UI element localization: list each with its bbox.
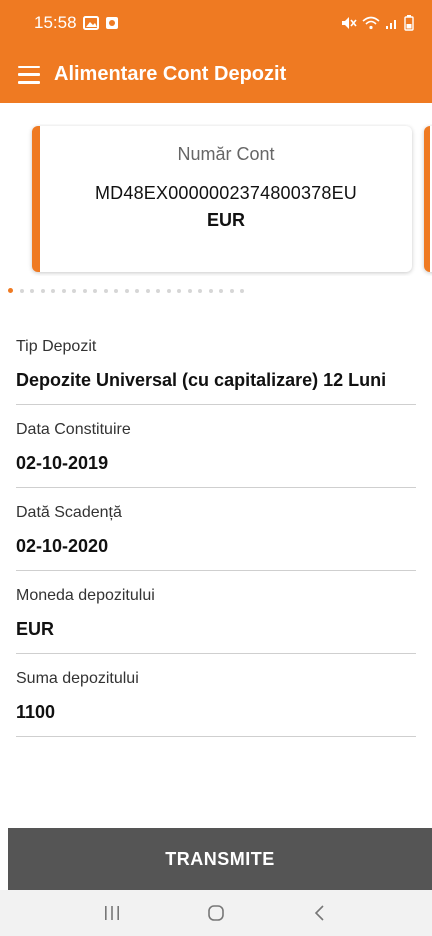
page-dot: [229, 289, 234, 293]
field-label: Tip Depozit: [16, 338, 97, 355]
system-nav-bar: [0, 890, 432, 936]
page-dot: [177, 289, 181, 293]
page-dot: [30, 289, 34, 293]
wifi-icon: [362, 16, 380, 30]
submit-button-label: TRANSMITE: [165, 848, 275, 869]
page-dot: [145, 289, 150, 293]
status-left: 15:58: [34, 13, 119, 33]
page-dot: [61, 289, 66, 293]
page-dot: [103, 289, 108, 293]
deposit-details: Tip Depozit Depozite Universal (cu capit…: [16, 322, 416, 737]
app-notification-icon: [105, 16, 119, 30]
page-dot: [51, 289, 55, 293]
account-number-label: Număr Cont: [177, 144, 275, 164]
status-bar: 15:58: [0, 0, 432, 46]
page-dot: [114, 289, 118, 293]
field-value: Depozite Universal (cu capitalizare) 12 …: [16, 370, 387, 390]
page-title: Alimentare Cont Depozit: [54, 63, 287, 85]
page-dot: [156, 289, 160, 293]
field-deposit-amount: Suma depozitului 1100: [16, 654, 416, 737]
page-dot: [240, 289, 244, 293]
field-deposit-currency: Moneda depozitului EUR: [16, 571, 416, 654]
page-dot: [166, 289, 171, 293]
field-value: 1100: [16, 702, 56, 722]
field-deposit-type: Tip Depozit Depozite Universal (cu capit…: [16, 322, 416, 405]
menu-icon[interactable]: [18, 65, 40, 84]
home-icon[interactable]: [196, 898, 236, 928]
page-dot-active: [8, 288, 13, 293]
field-value: 02-10-2020: [16, 536, 109, 556]
field-label: Suma depozitului: [16, 670, 139, 687]
page-dot: [19, 289, 24, 293]
page-dot: [198, 289, 202, 293]
app-bar: Alimentare Cont Depozit: [0, 46, 432, 103]
account-carousel[interactable]: Număr Cont MD48EX0000002374800378EU EUR: [0, 124, 432, 276]
field-maturity-date: Dată Scadență 02-10-2020: [16, 488, 416, 571]
field-value: 02-10-2019: [16, 453, 109, 473]
account-currency: EUR: [206, 210, 245, 230]
account-iban: MD48EX0000002374800378EU: [94, 183, 357, 203]
next-account-card[interactable]: [424, 126, 432, 272]
field-creation-date: Data Constituire 02-10-2019: [16, 405, 416, 488]
status-time: 15:58: [34, 13, 77, 32]
carousel-page-indicator: [8, 287, 428, 295]
page-dot: [93, 289, 97, 293]
submit-button[interactable]: TRANSMITE: [8, 828, 432, 890]
field-value: EUR: [16, 619, 55, 639]
gallery-notification-icon: [82, 16, 99, 30]
page-dot: [82, 289, 87, 293]
page-dot: [219, 289, 223, 293]
account-card[interactable]: Număr Cont MD48EX0000002374800378EU EUR: [32, 126, 412, 272]
field-label: Moneda depozitului: [16, 587, 155, 604]
status-right: [341, 15, 414, 31]
field-label: Data Constituire: [16, 421, 131, 438]
field-label: Dată Scadență: [16, 504, 122, 521]
page-dot: [187, 289, 192, 293]
mute-icon: [341, 16, 357, 30]
page-dot: [208, 289, 213, 293]
page-dot: [40, 289, 45, 293]
back-icon[interactable]: [300, 898, 340, 928]
battery-icon: [404, 15, 414, 31]
recent-apps-icon[interactable]: [92, 898, 132, 928]
page-dot: [135, 289, 139, 293]
page-dot: [72, 289, 76, 293]
page-dot: [124, 289, 129, 293]
signal-icon: [385, 16, 399, 30]
